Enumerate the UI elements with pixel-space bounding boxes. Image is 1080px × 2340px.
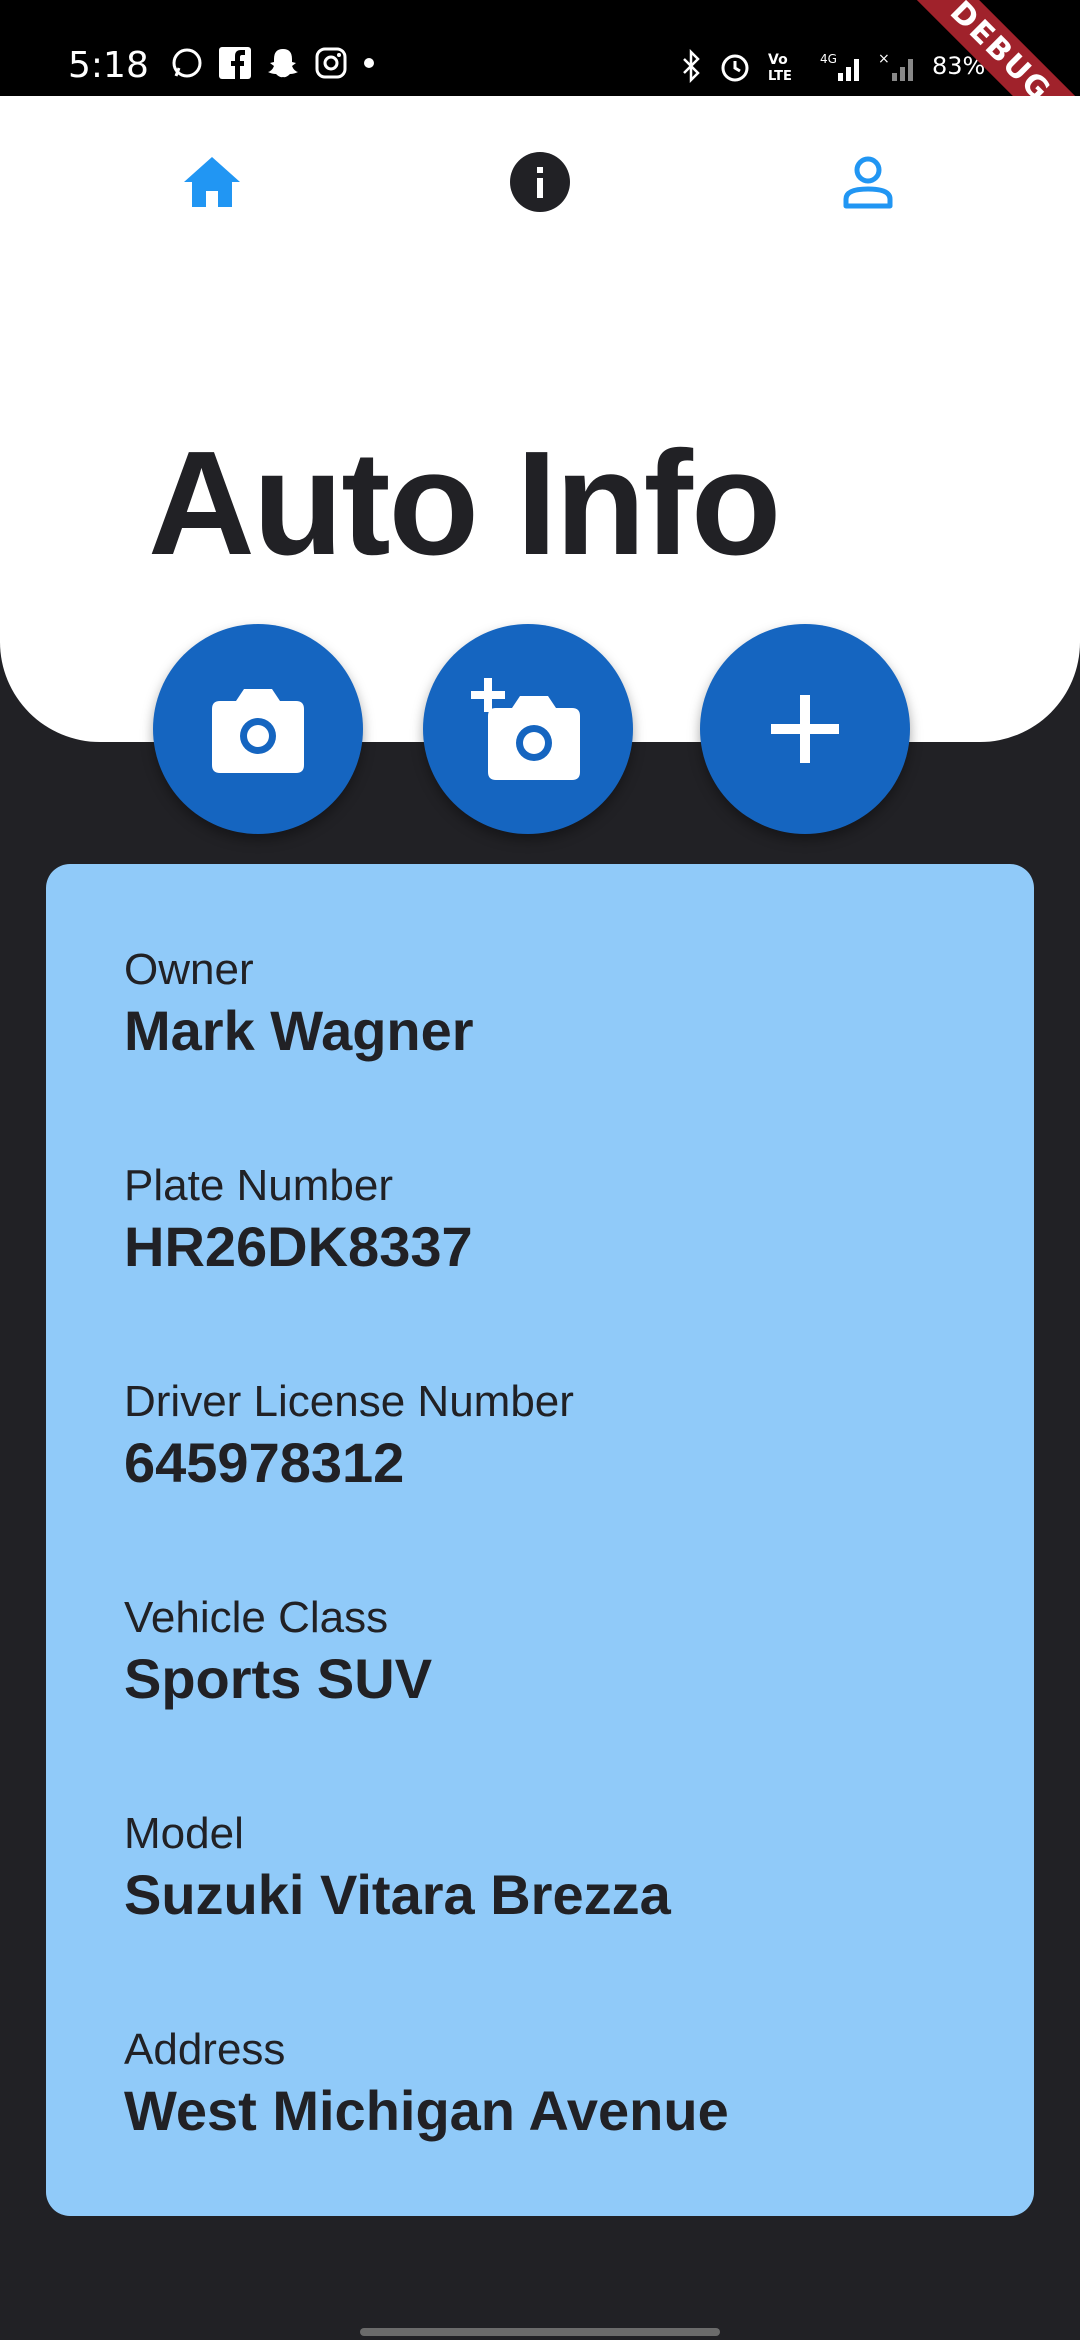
snapchat-icon	[268, 49, 298, 78]
plate-number-field: Plate Number HR26DK8337	[124, 1160, 473, 1282]
svg-text:×: ×	[878, 51, 890, 67]
address-value: West Michigan Avenue	[124, 2079, 729, 2142]
status-bar: 5:18 Vo LTE 4G × 83% DEBUG	[0, 0, 1080, 174]
plate-number-value: HR26DK8337	[124, 1215, 473, 1278]
license-number-value: 645978312	[124, 1431, 405, 1494]
svg-text:Vo: Vo	[768, 52, 788, 68]
home-indicator[interactable]	[360, 2328, 720, 2336]
info-icon	[510, 152, 570, 212]
page-title: Auto Info	[148, 421, 781, 586]
volte-icon: VoLTE	[768, 52, 792, 83]
model-label: Model	[124, 1809, 244, 1858]
camera-button[interactable]	[153, 624, 363, 834]
owner-value: Mark Wagner	[124, 999, 474, 1062]
add-photo-icon	[471, 678, 580, 780]
address-label: Address	[124, 2025, 286, 2074]
model-field: Model Suzuki Vitara Brezza	[124, 1808, 671, 1930]
bluetooth-icon	[683, 49, 700, 83]
model-value: Suzuki Vitara Brezza	[124, 1863, 671, 1926]
vehicle-class-value: Sports SUV	[124, 1647, 433, 1710]
svg-text:4G: 4G	[820, 52, 837, 66]
address-field: Address West Michigan Avenue	[124, 2024, 729, 2146]
license-number-label: Driver License Number	[124, 1377, 574, 1426]
signal-2-icon: ×	[878, 51, 913, 81]
add-icon	[771, 695, 839, 763]
nav-profile-button[interactable]	[834, 148, 902, 216]
add-photo-button[interactable]	[423, 624, 633, 834]
nav-info-button[interactable]	[506, 148, 574, 216]
whatsapp-icon	[172, 48, 202, 78]
add-vehicle-button[interactable]	[700, 624, 910, 834]
camera-icon	[212, 689, 304, 773]
owner-label: Owner	[124, 945, 254, 994]
notification-icons	[170, 46, 376, 80]
facebook-icon	[219, 47, 251, 80]
person-icon	[843, 156, 893, 209]
status-time: 5:18	[68, 45, 149, 86]
license-number-field: Driver License Number 645978312	[124, 1376, 574, 1498]
nav-home-button[interactable]	[178, 148, 246, 216]
signal-icon: 4G	[820, 52, 859, 81]
home-icon	[184, 157, 240, 207]
vehicle-class-label: Vehicle Class	[124, 1593, 389, 1642]
vehicle-info-card: Owner Mark Wagner Plate Number HR26DK833…	[46, 864, 1034, 2216]
system-status: Vo LTE 4G × 83%	[680, 46, 985, 86]
more-notifications-icon	[364, 58, 374, 68]
svg-text:LTE: LTE	[768, 69, 792, 83]
owner-field: Owner Mark Wagner	[124, 944, 474, 1066]
instagram-icon	[315, 47, 347, 79]
alarm-icon	[721, 54, 749, 82]
vehicle-class-field: Vehicle Class Sports SUV	[124, 1592, 432, 1714]
plate-number-label: Plate Number	[124, 1161, 394, 1210]
